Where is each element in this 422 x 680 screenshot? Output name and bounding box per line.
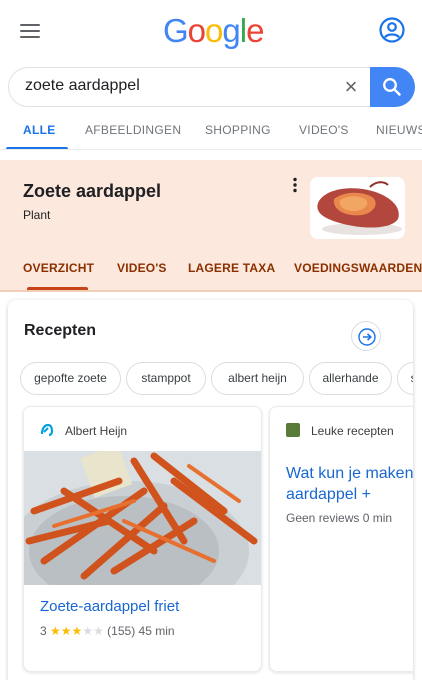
kp-divider xyxy=(0,290,422,292)
tab-alle[interactable]: ALLE xyxy=(23,123,56,137)
search-tabs: ALLE AFBEELDINGEN SHOPPING VIDEO'S NIEUW… xyxy=(0,112,422,150)
header: Google xyxy=(0,0,422,62)
clear-search-button[interactable]: × xyxy=(339,75,363,99)
recipes-title: Recepten xyxy=(24,322,97,339)
knowledge-panel: Zoete aardappel Plant OVERZICHT VIDEO'S … xyxy=(0,160,422,292)
chip-gepofte-zoete[interactable]: gepofte zoete xyxy=(20,362,121,395)
recipes-more-button[interactable] xyxy=(351,321,381,351)
sweet-potato-fries-image xyxy=(24,451,261,585)
account-icon[interactable] xyxy=(379,17,405,43)
recipe-title[interactable]: Wat kun je maken zoete aardappel + xyxy=(286,463,413,505)
chip-albert-heijn[interactable]: albert heijn xyxy=(211,362,304,395)
leuke-recepten-logo-icon xyxy=(286,423,300,437)
tab-videos[interactable]: VIDEO'S xyxy=(299,123,349,137)
kp-subtitle: Plant xyxy=(23,208,51,222)
tab-shopping[interactable]: SHOPPING xyxy=(205,123,271,137)
recipe-card-leuke-recepten[interactable]: Leuke recepten Wat kun je maken zoete aa… xyxy=(269,406,413,672)
review-count: (155) xyxy=(107,624,136,638)
search-input[interactable] xyxy=(25,77,325,95)
recipe-meta: 3 ★★★★★ (155) 45 min xyxy=(40,624,175,638)
search-bar: × xyxy=(8,67,415,107)
sweet-potato-image[interactable] xyxy=(310,177,405,239)
more-options-icon[interactable] xyxy=(290,177,300,197)
recipe-source: Leuke recepten xyxy=(311,424,394,438)
recipe-time: 0 min xyxy=(362,511,393,525)
hamburger-menu-icon[interactable] xyxy=(20,24,40,38)
chip-allerhande[interactable]: allerhande xyxy=(309,362,392,395)
rating-value: 3 xyxy=(40,624,47,638)
tab-afbeeldingen[interactable]: AFBEELDINGEN xyxy=(85,123,181,137)
rating-stars-icon: ★★★★★ xyxy=(50,624,104,638)
chip-sp[interactable]: sp xyxy=(397,362,413,395)
search-icon xyxy=(383,78,401,96)
kp-title: Zoete aardappel xyxy=(23,181,162,201)
close-icon: × xyxy=(344,74,358,99)
recipe-card-albert-heijn[interactable]: Albert Heijn Zoete-aardappel friet 3 ★★★… xyxy=(23,406,262,672)
recipe-source: Albert Heijn xyxy=(65,424,128,438)
tab-nieuws[interactable]: NIEUWS xyxy=(376,123,422,137)
active-tab-indicator xyxy=(6,147,68,149)
kp-tab-voedingswaarden[interactable]: VOEDINGSWAARDEN xyxy=(294,261,422,275)
review-count: Geen reviews xyxy=(286,511,360,525)
recipe-title[interactable]: Zoete-aardappel friet xyxy=(40,598,179,615)
arrow-right-icon xyxy=(358,328,376,346)
kp-tab-videos[interactable]: VIDEO'S xyxy=(117,261,167,275)
albert-heijn-logo-icon xyxy=(40,423,54,437)
recipe-meta: Geen reviews 0 min xyxy=(286,511,392,525)
kp-tab-lagere-taxa[interactable]: LAGERE TAXA xyxy=(188,261,275,275)
search-button[interactable] xyxy=(370,67,415,107)
kp-tab-overzicht[interactable]: OVERZICHT xyxy=(23,261,94,275)
recipe-time: 45 min xyxy=(138,624,175,638)
recipes-card: Recepten gepofte zoete stamppot albert h… xyxy=(8,300,413,680)
chip-stamppot[interactable]: stamppot xyxy=(126,362,206,395)
google-logo[interactable]: Google xyxy=(163,12,264,50)
